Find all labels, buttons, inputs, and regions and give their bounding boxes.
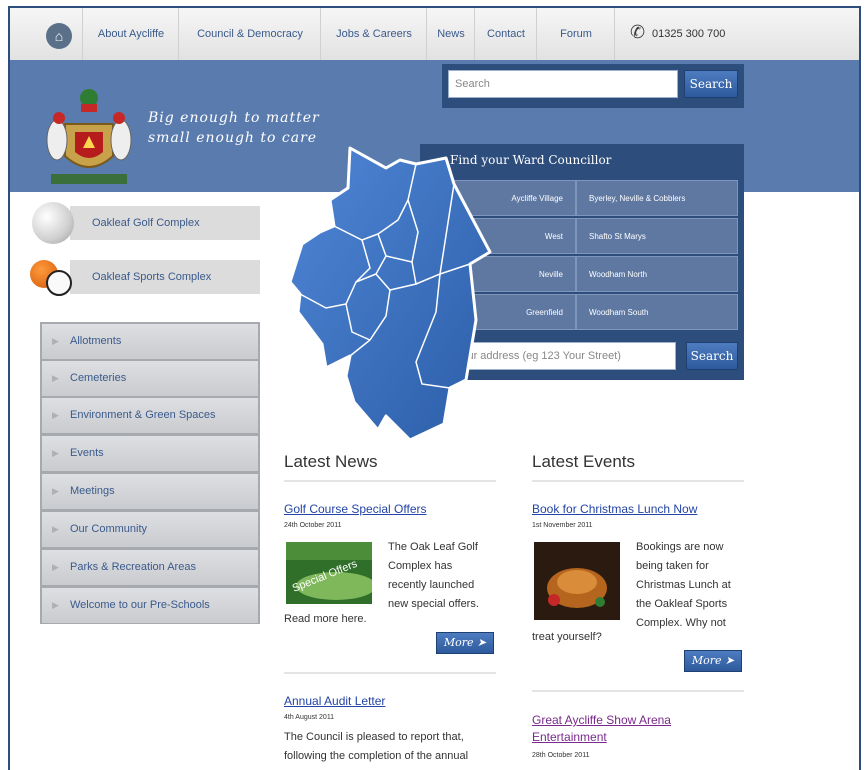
news-item-divider xyxy=(284,672,496,674)
summary-line: the Oakleaf Sports xyxy=(636,598,728,610)
arrow-icon: ▶ xyxy=(52,373,59,383)
search-button[interactable]: Search xyxy=(684,70,738,98)
search-input[interactable]: Search xyxy=(448,70,678,98)
summary-line: following the completion of the annual xyxy=(284,750,469,762)
event-date: 28th October 2011 xyxy=(532,752,590,759)
menu-label: Our Community xyxy=(70,523,148,535)
event-date: 1st November 2011 xyxy=(532,522,593,529)
arrow-right-icon: ➤ xyxy=(476,636,487,649)
ward-byerley-neville-cobblers[interactable]: Byerley, Neville & Cobblers xyxy=(576,180,738,216)
headline-line: Great Aycliffe Show Arena xyxy=(532,713,671,727)
nav-about-aycliffe[interactable]: About Aycliffe xyxy=(82,8,179,60)
menu-label: Welcome to our Pre-Schools xyxy=(70,599,210,611)
menu-label: Events xyxy=(70,447,104,459)
menu-parks-recreation[interactable]: ▶ Parks & Recreation Areas xyxy=(42,550,258,585)
events-item-divider xyxy=(532,690,744,692)
event-summary-christmas: Bookings are now being taken for Christm… xyxy=(636,538,731,633)
phone-icon: ✆ xyxy=(630,22,646,42)
ward-woodham-north[interactable]: Woodham North xyxy=(576,256,738,292)
ward-map[interactable] xyxy=(290,144,500,446)
browser-frame: ⌂ About Aycliffe Council & Democracy Job… xyxy=(8,6,861,770)
news-summary-audit: The Council is pleased to report that, f… xyxy=(284,728,468,766)
summary-line: The Oak Leaf Golf xyxy=(388,541,478,553)
christmas-lunch-thumbnail[interactable] xyxy=(534,542,620,620)
news-more-button[interactable]: More ➤ xyxy=(436,632,494,654)
news-headline-audit-letter[interactable]: Annual Audit Letter xyxy=(284,694,385,708)
summary-line: recently launched xyxy=(388,579,475,591)
menu-label: Allotments xyxy=(70,335,122,347)
menu-our-community[interactable]: ▶ Our Community xyxy=(42,512,258,547)
news-headline-golf-offers[interactable]: Golf Course Special Offers xyxy=(284,502,427,516)
summary-line: Christmas Lunch at xyxy=(636,579,731,591)
nav-jobs-careers[interactable]: Jobs & Careers xyxy=(320,8,427,60)
menu-allotments[interactable]: ▶ Allotments xyxy=(42,324,258,359)
more-label: More xyxy=(443,636,474,649)
site-tagline: Big enough to matter small enough to car… xyxy=(148,108,320,148)
home-icon[interactable]: ⌂ xyxy=(46,23,72,49)
news-divider xyxy=(284,480,496,482)
headline-line: Entertainment xyxy=(532,730,607,744)
menu-cemeteries[interactable]: ▶ Cemeteries xyxy=(42,361,258,396)
nav-divider xyxy=(614,8,616,60)
tagline-line-1: Big enough to matter xyxy=(148,110,320,126)
nav-news[interactable]: News xyxy=(426,8,475,60)
menu-events[interactable]: ▶ Events xyxy=(42,436,258,471)
event-headline-christmas-lunch[interactable]: Book for Christmas Lunch Now xyxy=(532,502,697,516)
menu-environment[interactable]: ▶ Environment & Green Spaces xyxy=(42,398,258,433)
arrow-icon: ▶ xyxy=(52,600,59,610)
nav-contact[interactable]: Contact xyxy=(474,8,537,60)
summary-line: Bookings are now xyxy=(636,541,724,553)
menu-label: Meetings xyxy=(70,485,115,497)
nav-council-democracy[interactable]: Council & Democracy xyxy=(178,8,321,60)
football-icon xyxy=(46,270,72,296)
menu-label: Parks & Recreation Areas xyxy=(70,561,196,573)
arrow-icon: ▶ xyxy=(52,486,59,496)
summary-line: Complex. Why not xyxy=(636,617,726,629)
event-summary-tail: treat yourself? xyxy=(532,631,602,643)
phone-number: 01325 300 700 xyxy=(652,28,726,40)
summary-line: The Council is pleased to report that, xyxy=(284,731,464,743)
event-headline-show-arena[interactable]: Great Aycliffe Show Arena Entertainment xyxy=(532,712,671,746)
menu-pre-schools[interactable]: ▶ Welcome to our Pre-Schools xyxy=(42,588,258,623)
nav-forum[interactable]: Forum xyxy=(536,8,615,60)
arrow-icon: ▶ xyxy=(52,410,59,420)
golf-offers-thumbnail[interactable]: Special Offers xyxy=(286,542,372,604)
summary-line: being taken for xyxy=(636,560,709,572)
menu-meetings[interactable]: ▶ Meetings xyxy=(42,474,258,509)
news-date: 24th October 2011 xyxy=(284,522,342,529)
events-more-button[interactable]: More ➤ xyxy=(684,650,742,672)
more-label: More xyxy=(691,654,722,667)
menu-label: Cemeteries xyxy=(70,372,127,384)
promo-golf-complex[interactable]: Oakleaf Golf Complex xyxy=(70,206,260,240)
arrow-icon: ▶ xyxy=(52,524,59,534)
golf-ball-icon xyxy=(32,202,74,244)
news-read-more-text: Read more here. xyxy=(284,613,367,625)
latest-events-heading: Latest Events xyxy=(532,452,636,471)
promo-sports-complex[interactable]: Oakleaf Sports Complex xyxy=(70,260,260,294)
menu-label: Environment & Green Spaces xyxy=(70,409,216,421)
address-search-button[interactable]: Search xyxy=(686,342,738,370)
news-date: 4th August 2011 xyxy=(284,714,335,721)
summary-line: Complex has xyxy=(388,560,453,572)
latest-news-heading: Latest News xyxy=(284,452,378,471)
arrow-icon: ▶ xyxy=(52,448,59,458)
arrow-right-icon: ➤ xyxy=(724,654,735,667)
ward-woodham-south[interactable]: Woodham South xyxy=(576,294,738,330)
ward-shafto-st-marys[interactable]: Shafto St Marys xyxy=(576,218,738,254)
events-divider xyxy=(532,480,744,482)
summary-line: new special offers. xyxy=(388,598,479,610)
top-nav: ⌂ About Aycliffe Council & Democracy Job… xyxy=(10,8,859,61)
arrow-icon: ▶ xyxy=(52,336,59,346)
news-summary-golf: The Oak Leaf Golf Complex has recently l… xyxy=(388,538,479,614)
arrow-icon: ▶ xyxy=(52,562,59,572)
coat-of-arms-logo[interactable] xyxy=(45,86,133,190)
